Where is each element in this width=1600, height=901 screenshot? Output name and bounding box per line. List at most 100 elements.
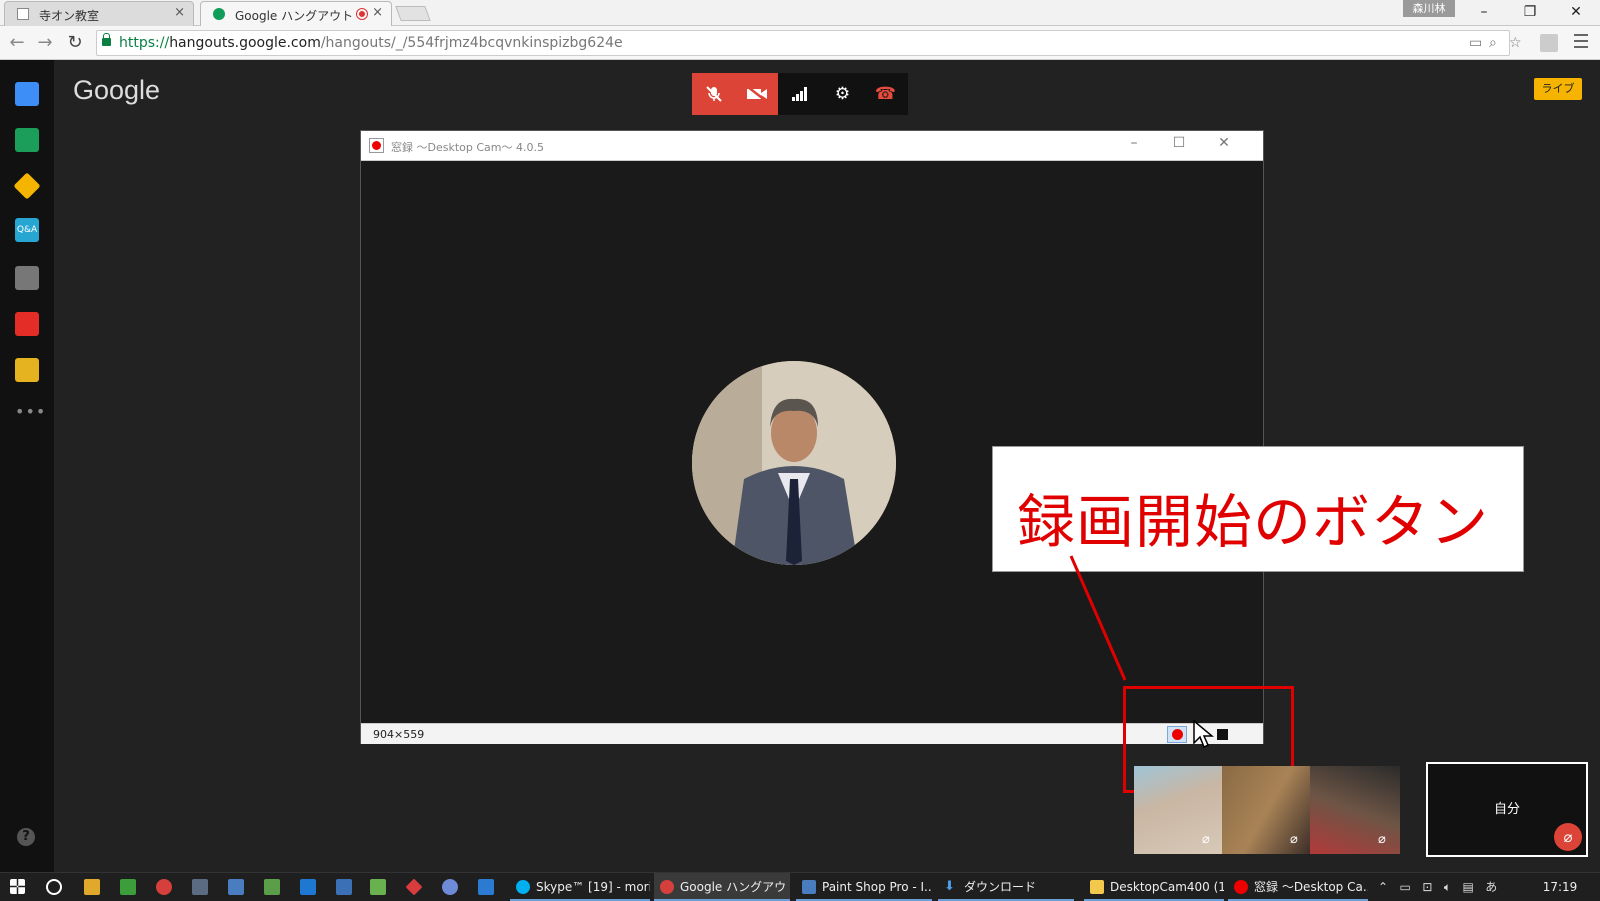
chrome-icon[interactable] (156, 879, 172, 895)
mic-muted-icon: ⌀ (1290, 832, 1298, 847)
back-icon[interactable]: ← (6, 32, 28, 54)
app-record-icon (369, 138, 384, 153)
close-icon[interactable]: ✕ (1209, 135, 1239, 151)
more-icon[interactable]: ••• (15, 402, 46, 421)
system-tray: ⌃ ▭ ⊡ 🔈︎ ▤ あ (1378, 873, 1497, 901)
ime-indicator[interactable]: あ (1485, 880, 1497, 894)
self-label: 自分 (1493, 802, 1520, 817)
app-icon[interactable] (264, 879, 280, 895)
camera-icon[interactable]: ▭ (1469, 35, 1482, 51)
lock-icon (102, 33, 111, 46)
rss-extension-icon[interactable] (1540, 34, 1558, 52)
tab-label: 寺オン教室 (39, 9, 100, 23)
participant-thumb[interactable]: ⌀ (1310, 766, 1400, 854)
callout-pointer-line (1069, 555, 1127, 681)
mouse-cursor-icon (1193, 719, 1214, 749)
download-icon: ⬇ (944, 879, 955, 894)
folder-icon (1090, 880, 1104, 894)
forward-icon[interactable]: → (34, 32, 56, 54)
app-icon[interactable] (192, 879, 208, 895)
minimize-icon[interactable]: – (1462, 2, 1506, 22)
app-icon[interactable] (370, 879, 386, 895)
explorer-icon[interactable] (228, 879, 244, 895)
hangouts-stage: Google ⚙ ☎ ライブ 窓録 ～Desktop Cam～ 4.0.5 – … (54, 60, 1600, 872)
close-icon[interactable]: × (174, 5, 185, 20)
battery-icon[interactable]: ▭ (1400, 880, 1411, 894)
youtube-icon[interactable] (15, 312, 39, 336)
hangouts-app-rail: Q&A ••• ? (0, 60, 54, 872)
edge-icon[interactable] (300, 879, 316, 895)
hangouts-icon (213, 8, 225, 20)
skype-icon (516, 880, 530, 894)
app-icon[interactable] (442, 879, 458, 895)
self-view[interactable]: 自分 ⌀ (1426, 762, 1588, 857)
taskbar-item-skype[interactable]: Skype™ [19] - mori... (510, 873, 650, 901)
search-icon[interactable] (46, 879, 62, 895)
control-room-icon[interactable] (15, 266, 39, 290)
participant-thumb[interactable]: ⌀ (1134, 766, 1224, 854)
profile-badge[interactable]: 森川林 (1403, 0, 1455, 17)
reload-icon[interactable]: ↻ (64, 32, 86, 54)
desktop-cam-titlebar[interactable]: 窓録 ～Desktop Cam～ 4.0.5 – ☐ ✕ (361, 131, 1263, 161)
paintshop-icon (802, 880, 816, 894)
app-icon[interactable] (405, 878, 423, 896)
browser-tab-strip: 寺オン教室 × Google ハングアウト × 森川林 – ❐ ✕ (0, 0, 1600, 26)
settings-icon[interactable]: ⚙ (821, 73, 864, 115)
participant-thumb[interactable]: ⌀ (1222, 766, 1312, 854)
minimize-icon[interactable]: – (1119, 135, 1149, 151)
call-controls: ⚙ ☎ (692, 73, 908, 115)
speaker-avatar (692, 361, 896, 565)
zoom-icon[interactable]: ⌕ (1489, 35, 1497, 51)
tab-terakoya[interactable]: 寺オン教室 × (4, 1, 194, 26)
maximize-icon[interactable]: ☐ (1164, 135, 1194, 151)
network-icon[interactable]: ⊡ (1422, 880, 1432, 894)
browser-toolbar: ← → ↻ https://hangouts.google.com/hangou… (0, 26, 1600, 60)
record-icon (1234, 880, 1248, 894)
volume-icon[interactable]: 🔈︎ (1444, 880, 1451, 894)
qa-icon[interactable]: Q&A (15, 218, 39, 242)
app-icon[interactable] (336, 879, 352, 895)
screenshare-icon[interactable] (15, 128, 39, 152)
tag-icon[interactable] (13, 172, 41, 200)
callout-text: 録画開始のボタン (1017, 488, 1490, 556)
mic-muted-icon: ⌀ (1378, 832, 1386, 847)
close-icon[interactable]: × (372, 5, 383, 20)
app-icon[interactable] (478, 879, 494, 895)
clock[interactable]: 17:19 (1540, 873, 1580, 901)
menu-icon[interactable] (1574, 34, 1588, 48)
mic-muted-icon[interactable]: ⌀ (1554, 823, 1582, 851)
recording-icon (357, 9, 367, 19)
taskbar-item-desktopcam[interactable]: 窓録 ～Desktop Ca... (1228, 873, 1368, 901)
mic-muted-icon: ⌀ (1202, 832, 1210, 847)
window-title: 窓録 ～Desktop Cam～ 4.0.5 (391, 141, 544, 154)
chevron-up-icon[interactable]: ⌃ (1378, 880, 1388, 894)
close-window-icon[interactable]: ✕ (1554, 2, 1598, 22)
signal-icon[interactable] (778, 73, 821, 115)
app-icon[interactable] (120, 879, 136, 895)
windows-taskbar: Skype™ [19] - mori... Google ハングアウト... P… (0, 872, 1600, 901)
camera-off-icon[interactable] (735, 73, 778, 115)
photos-icon[interactable] (15, 358, 39, 382)
taskbar-item-folder[interactable]: DesktopCam400 (1) (1084, 873, 1224, 901)
app-icon[interactable] (84, 879, 100, 895)
tab-label: Google ハングアウト (235, 9, 354, 23)
url-text: https://hangouts.google.com/hangouts/_/5… (119, 35, 623, 51)
chat-icon[interactable] (15, 82, 39, 106)
live-badge[interactable]: ライブ (1534, 78, 1582, 100)
taskbar-item-paintshop[interactable]: Paint Shop Pro - I... (796, 873, 932, 901)
restore-icon[interactable]: ❐ (1508, 2, 1552, 22)
tab-hangouts[interactable]: Google ハングアウト × (200, 1, 392, 26)
notification-icon[interactable]: ▤ (1462, 880, 1473, 894)
new-tab-button[interactable] (395, 6, 431, 21)
chrome-icon (660, 880, 674, 894)
address-bar[interactable]: https://hangouts.google.com/hangouts/_/5… (96, 30, 1522, 56)
mic-muted-icon[interactable] (692, 73, 735, 115)
taskbar-item-downloads[interactable]: ⬇ ダウンロード (938, 873, 1074, 901)
help-icon[interactable]: ? (17, 828, 35, 846)
google-logo: Google (73, 75, 161, 105)
taskbar-item-chrome[interactable]: Google ハングアウト... (654, 873, 790, 901)
hangup-icon[interactable]: ☎ (864, 73, 907, 115)
capture-size: 904×559 (373, 728, 425, 741)
start-icon[interactable] (10, 879, 25, 894)
bookmark-star-icon[interactable]: ☆ (1509, 35, 1522, 51)
